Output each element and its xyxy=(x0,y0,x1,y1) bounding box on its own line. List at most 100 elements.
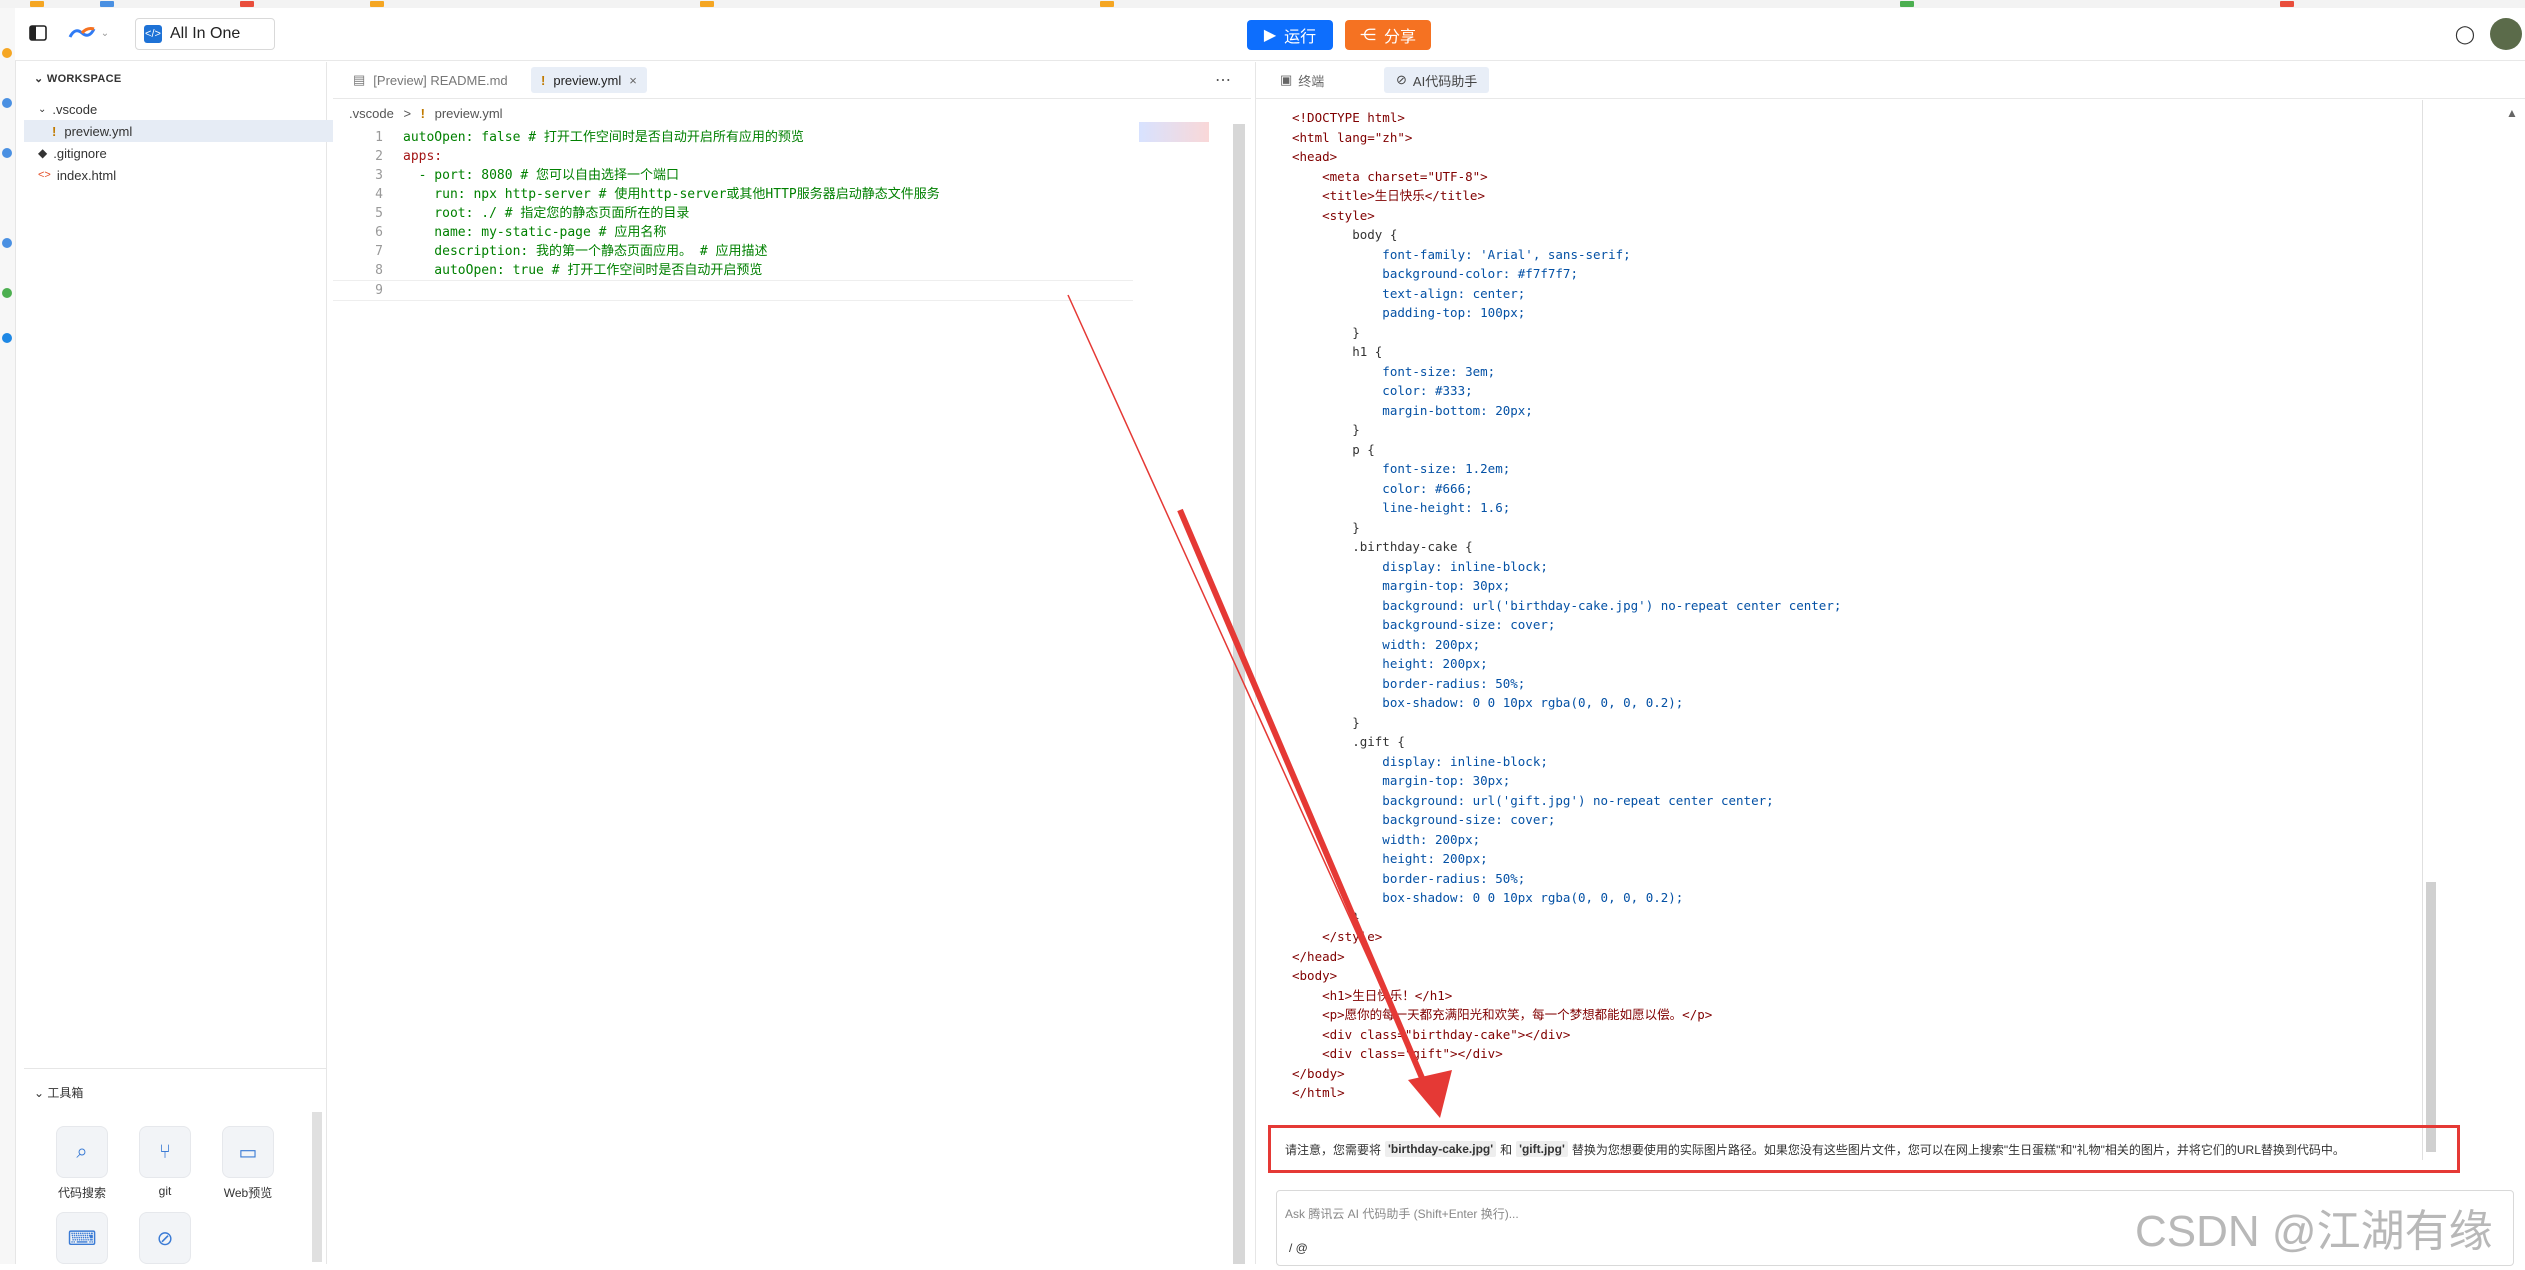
code-area[interactable]: 1 autoOpen: false # 打开工作空间时是否自动开启所有应用的预览 … xyxy=(333,128,1213,1228)
code-line: .gift { xyxy=(1292,734,1405,749)
tool-code-search[interactable]: ⌕ 代码搜索 xyxy=(52,1126,112,1201)
breadcrumb-item[interactable]: .vscode xyxy=(349,106,394,121)
code-line: - port: 8080 # 您可以自由选择一个端口 xyxy=(403,168,680,183)
notice-text: 请注意，您需要将 xyxy=(1285,1142,1382,1157)
bookmark-icon[interactable] xyxy=(700,1,714,7)
app-icon[interactable] xyxy=(2,288,12,298)
tool-terminal[interactable]: ⌨ xyxy=(52,1212,112,1270)
share-button-label: 分享 xyxy=(1383,29,1416,46)
editor-scrollbar[interactable] xyxy=(1233,124,1245,1264)
yml-file-icon: ! xyxy=(420,106,425,121)
tool-network[interactable]: ⊘ xyxy=(135,1212,195,1270)
app-icon[interactable] xyxy=(2,98,12,108)
more-icon[interactable]: ⋯ xyxy=(1215,70,1231,90)
minimap[interactable] xyxy=(1139,122,1209,142)
app-icon[interactable] xyxy=(2,48,12,58)
code-line: margin-bottom: 20px; xyxy=(1292,402,1533,418)
code-line: </head> xyxy=(1292,948,1345,964)
panel-scrollbar[interactable] xyxy=(2426,882,2436,1152)
ai-assistant-panel: ▣ 终端 ⊘ AI代码助手 <!DOCTYPE html> <html lang=… xyxy=(1255,62,2525,1264)
bookmark-icon[interactable] xyxy=(100,1,114,7)
code-line: <style> xyxy=(1292,207,1375,223)
inline-code: 'gift.jpg' xyxy=(1516,1141,1568,1157)
code-line: margin-top: 30px; xyxy=(1292,578,1511,593)
chevron-down-icon[interactable]: ⌄ xyxy=(34,73,44,85)
tree-item-index-html[interactable]: <> index.html xyxy=(24,164,340,186)
code-line: font-size: 3em; xyxy=(1292,363,1496,379)
tool-label: 代码搜索 xyxy=(57,1186,106,1200)
tree-item-vscode[interactable]: ⌄ .vscode xyxy=(24,98,340,120)
chevron-down-icon[interactable]: ⌄ xyxy=(34,1086,44,1100)
scroll-up-icon[interactable]: ▲ xyxy=(2506,106,2518,120)
code-line: </html> xyxy=(1292,1085,1345,1100)
app-icon[interactable] xyxy=(2,333,12,343)
cloud-studio-logo[interactable]: ⌄ xyxy=(63,22,113,44)
tool-web-preview[interactable]: ▭ Web预览 xyxy=(218,1126,278,1201)
code-line: font-family: 'Arial', sans-serif; xyxy=(1292,246,1631,262)
code-line: height: 200px; xyxy=(1292,656,1488,671)
sidebar-scrollbar[interactable] xyxy=(312,1112,322,1262)
terminal-icon: ⌨ xyxy=(56,1212,108,1264)
share-button[interactable]: ⋲ 分享 xyxy=(1345,20,1431,50)
tab-ai-assistant[interactable]: ⊘ AI代码助手 xyxy=(1384,67,1490,93)
tree-item-label: .vscode xyxy=(52,101,98,117)
toggle-sidebar-icon[interactable] xyxy=(27,22,49,44)
code-line: <div class="birthday-cake"></div> xyxy=(1292,1026,1571,1042)
inline-code: 'birthday-cake.jpg' xyxy=(1385,1141,1497,1157)
code-line: box-shadow: 0 0 10px rgba(0, 0, 0, 0.2); xyxy=(1292,890,1684,905)
close-icon[interactable]: × xyxy=(629,73,637,88)
bookmark-icon[interactable] xyxy=(240,1,254,7)
code-line: <title>生日快乐</title> xyxy=(1292,188,1485,203)
code-line: .birthday-cake { xyxy=(1292,539,1473,554)
tab-preview-yml[interactable]: ! preview.yml × xyxy=(531,67,647,93)
chat-icon[interactable]: ◯ xyxy=(2453,22,2477,46)
code-line: <div class="gift"></div> xyxy=(1292,1046,1503,1061)
code-line: background: url('gift.jpg') no-repeat ce… xyxy=(1292,792,1774,808)
tree-item-preview-yml[interactable]: ! preview.yml xyxy=(24,120,354,142)
workspace-logo-icon: </> xyxy=(144,25,162,43)
monitor-icon: ▭ xyxy=(222,1126,274,1178)
tree-item-gitignore[interactable]: ◆ .gitignore xyxy=(24,142,340,164)
tree-item-label: preview.yml xyxy=(64,123,133,139)
bookmark-icon[interactable] xyxy=(370,1,384,7)
tab-terminal[interactable]: ▣ 终端 xyxy=(1268,67,1336,93)
bookmark-icon[interactable] xyxy=(2280,1,2294,7)
tab-readme-preview[interactable]: ▤ [Preview] README.md xyxy=(343,67,518,93)
code-line: autoOpen: true # 打开工作空间时是否自动开启预览 xyxy=(403,263,763,278)
app-icon[interactable] xyxy=(2,238,12,248)
code-line: border-radius: 50%; xyxy=(1292,675,1526,691)
breadcrumb-item[interactable]: preview.yml xyxy=(435,106,503,121)
bookmark-icon[interactable] xyxy=(1900,1,1914,7)
workspace-selector[interactable]: </> All In One xyxy=(135,18,275,50)
app-icon[interactable] xyxy=(2,148,12,158)
line-number: 1 xyxy=(375,130,383,145)
breadcrumb-separator: > xyxy=(403,106,412,121)
code-line: background-size: cover; xyxy=(1292,812,1556,827)
code-line: <head> xyxy=(1292,149,1338,164)
globe-icon: ⊘ xyxy=(139,1212,191,1264)
bookmark-icon[interactable] xyxy=(30,1,44,7)
code-line: background-color: #f7f7f7; xyxy=(1292,266,1578,281)
chat-input-shortcuts[interactable]: / @ xyxy=(1289,1241,1308,1255)
code-line: } xyxy=(1292,714,1360,730)
avatar[interactable] xyxy=(2490,18,2522,50)
code-line: root: ./ # 指定您的静态页面所在的目录 xyxy=(403,206,690,221)
toolbox-title: ⌄ 工具箱 xyxy=(34,1086,84,1100)
bookmark-icon[interactable] xyxy=(1100,1,1114,7)
code-line: autoOpen: false # 打开工作空间时是否自动开启所有应用的预览 xyxy=(403,130,804,145)
code-line: <!DOCTYPE html> xyxy=(1292,110,1405,125)
code-line: padding-top: 100px; xyxy=(1292,305,1526,320)
line-number: 9 xyxy=(375,283,383,298)
run-button-label: 运行 xyxy=(1284,29,1317,46)
code-line: </body> xyxy=(1292,1065,1345,1081)
code-line: <body> xyxy=(1292,968,1338,983)
run-button[interactable]: ▶ 运行 xyxy=(1247,20,1333,50)
code-line: <html lang="zh"> xyxy=(1292,129,1413,145)
git-icon: ⑂ xyxy=(139,1126,191,1178)
workspace-title: ⌄ WORKSPACE xyxy=(34,73,122,85)
code-line: body { xyxy=(1292,227,1398,242)
line-number: 5 xyxy=(375,206,383,221)
ai-notice-message: 请注意，您需要将 'birthday-cake.jpg' 和 'gift.jpg… xyxy=(1268,1125,2460,1173)
share-icon: ⋲ xyxy=(1359,27,1376,44)
tool-git[interactable]: ⑂ git xyxy=(135,1126,195,1198)
